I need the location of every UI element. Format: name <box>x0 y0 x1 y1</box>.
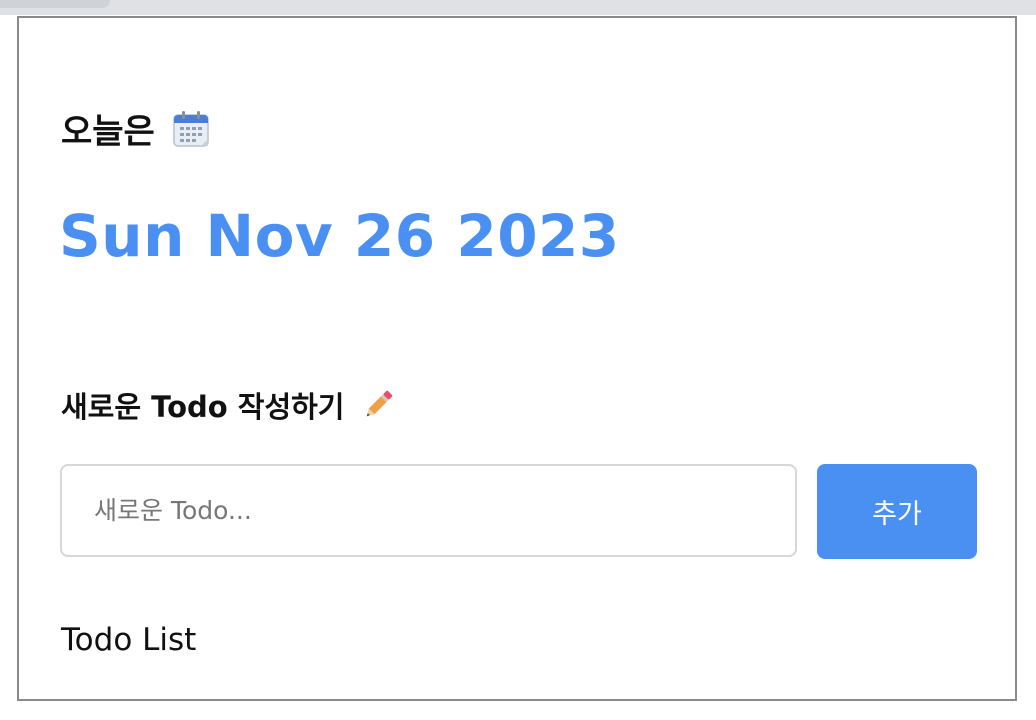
pencil-icon <box>359 386 397 424</box>
new-todo-input[interactable] <box>60 464 797 557</box>
editor-header: 새로운 Todo 작성하기 <box>61 384 397 426</box>
current-date: Sun Nov 26 2023 <box>59 202 620 270</box>
calendar-icon <box>171 109 211 149</box>
add-todo-button[interactable]: 추가 <box>817 464 977 559</box>
today-header: 오늘은 <box>61 104 211 153</box>
todo-list-heading: Todo List <box>61 622 197 658</box>
todo-app: 오늘은 Sun Nov 26 2023 새로운 Todo 작성하기 새로운 To… <box>17 16 1017 701</box>
editor-title: 새로운 Todo 작성하기 <box>61 390 345 424</box>
today-label: 오늘은 <box>61 112 155 152</box>
browser-tab[interactable] <box>0 0 110 8</box>
browser-tab-strip <box>0 0 1036 15</box>
